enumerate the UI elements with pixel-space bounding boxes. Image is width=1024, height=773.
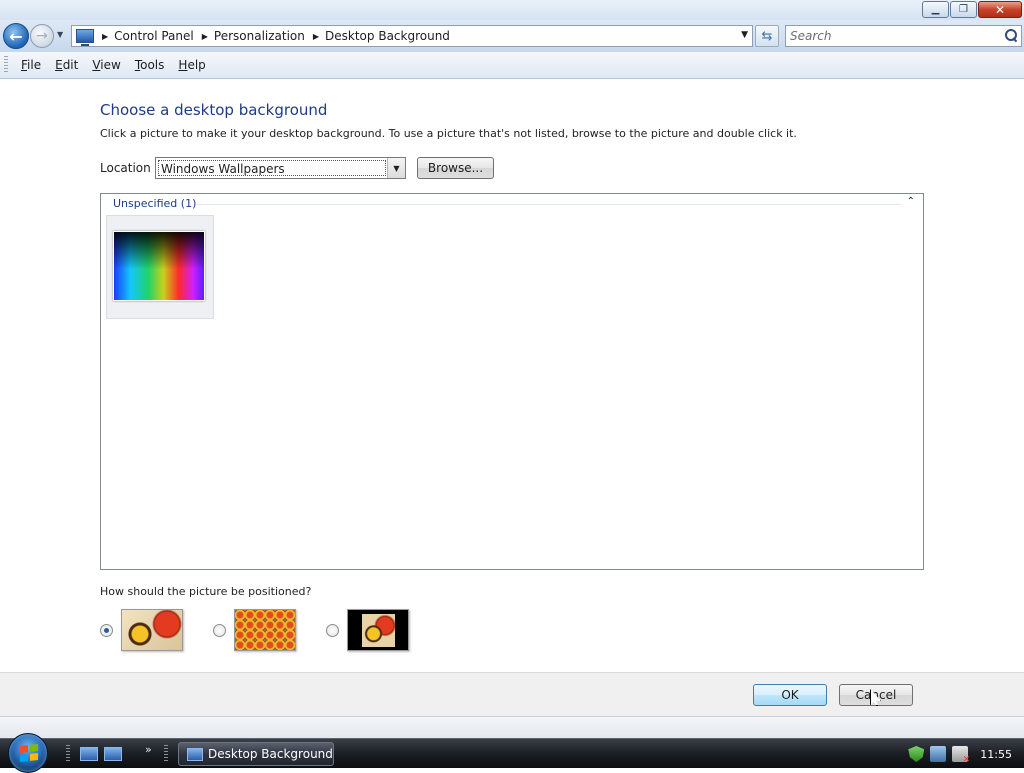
position-option-tile[interactable] — [213, 609, 296, 651]
title-bar: ▁ ❐ ✕ — [0, 0, 1024, 20]
address-box[interactable]: ▶ Control Panel ▶ Personalization ▶ Desk… — [71, 25, 753, 47]
menu-view[interactable]: View — [85, 58, 127, 72]
windows-logo-icon — [20, 744, 38, 763]
breadcrumb-separator-icon[interactable]: ▶ — [313, 32, 319, 41]
breadcrumb-separator-icon[interactable]: ▶ — [202, 32, 208, 41]
center-preview-icon[interactable] — [347, 609, 409, 651]
group-divider — [197, 204, 901, 205]
position-option-fit[interactable] — [100, 609, 183, 651]
position-radio-tile[interactable] — [213, 623, 226, 637]
breadcrumb-separator-icon[interactable]: ▶ — [102, 32, 108, 41]
group-header[interactable]: Unspecified (1) — [113, 197, 196, 210]
desktop-background-icon — [187, 747, 203, 761]
search-icon[interactable] — [1001, 26, 1021, 46]
minimize-button[interactable]: ▁ — [922, 1, 949, 18]
breadcrumb-control-panel[interactable]: Control Panel — [114, 29, 194, 43]
menu-file[interactable]: File — [14, 58, 48, 72]
chevron-down-icon[interactable]: ▼ — [387, 158, 405, 178]
menu-file-label: ile — [27, 58, 42, 72]
back-button[interactable]: ← — [3, 23, 29, 49]
menu-bar: File Edit View Tools Help — [0, 52, 1024, 79]
quick-launch-grip[interactable] — [66, 745, 70, 763]
breadcrumb-personalization[interactable]: Personalization — [214, 29, 305, 43]
taskbar: » Desktop Background 11:55 — [0, 733, 1024, 773]
clock[interactable]: 11:55 — [980, 748, 1012, 761]
location-value: Windows Wallpapers — [158, 160, 386, 176]
system-tray: 11:55 — [908, 739, 1024, 769]
network-icon[interactable] — [930, 746, 947, 762]
browse-button[interactable]: Browse... — [417, 157, 494, 179]
volume-muted-icon[interactable] — [952, 746, 970, 765]
position-radio-fit[interactable] — [100, 623, 113, 637]
position-option-center[interactable] — [326, 609, 409, 651]
page-title: Choose a desktop background — [100, 101, 328, 119]
location-select[interactable]: Windows Wallpapers ▼ — [155, 157, 406, 179]
ok-button[interactable]: OK — [753, 684, 827, 706]
switch-windows-icon[interactable] — [104, 747, 122, 761]
address-toolbar: ← → ▼ ▶ Control Panel ▶ Personalization … — [0, 20, 1024, 52]
security-shield-icon[interactable] — [908, 746, 925, 762]
menu-help[interactable]: Help — [171, 58, 212, 72]
refresh-button[interactable]: ⇆ — [755, 25, 779, 47]
start-button[interactable] — [8, 733, 48, 773]
quick-launch-more-icon[interactable]: » — [145, 743, 152, 756]
show-desktop-icon[interactable] — [80, 747, 98, 761]
menu-edit-accelerator: E — [55, 58, 63, 72]
taskbar-grip[interactable] — [164, 745, 168, 763]
menu-grip — [4, 56, 8, 74]
address-dropdown-icon[interactable]: ▼ — [741, 30, 748, 40]
menu-tools-label: ools — [140, 58, 165, 72]
wallpaper-gallery[interactable]: Unspecified (1) ⌃ — [100, 193, 924, 570]
menu-edit-label: dit — [62, 58, 79, 72]
recent-pages-dropdown-icon[interactable]: ▼ — [57, 30, 63, 39]
wallpaper-thumbnail[interactable] — [106, 215, 214, 319]
tile-preview-icon[interactable] — [234, 609, 296, 651]
maximize-button[interactable]: ❐ — [950, 1, 977, 18]
position-question: How should the picture be positioned? — [100, 585, 312, 598]
location-label: Location — [100, 161, 151, 175]
forward-button[interactable]: → — [30, 24, 54, 48]
control-panel-icon — [76, 29, 94, 46]
forward-arrow-icon: → — [36, 28, 48, 44]
status-bar — [0, 716, 1024, 738]
menu-edit[interactable]: Edit — [48, 58, 85, 72]
collapse-group-icon[interactable]: ⌃ — [907, 196, 915, 207]
wallpaper-image — [113, 231, 205, 301]
menu-help-label: elp — [187, 58, 206, 72]
caption-buttons: ▁ ❐ ✕ — [922, 1, 1022, 18]
breadcrumb-desktop-background[interactable]: Desktop Background — [325, 29, 450, 43]
search-input[interactable] — [790, 27, 1001, 45]
content-area: Choose a desktop background Click a pict… — [0, 80, 1024, 672]
taskbar-button-desktop-background[interactable]: Desktop Background — [178, 742, 334, 766]
menu-tools[interactable]: Tools — [128, 58, 172, 72]
close-button[interactable]: ✕ — [978, 1, 1022, 18]
back-arrow-icon: ← — [9, 26, 23, 46]
page-description: Click a picture to make it your desktop … — [100, 127, 797, 140]
menu-view-label: iew — [100, 58, 121, 72]
position-radio-center[interactable] — [326, 623, 339, 637]
fit-to-screen-preview-icon[interactable] — [121, 609, 183, 651]
taskbar-button-label: Desktop Background — [208, 747, 333, 761]
refresh-icon: ⇆ — [761, 28, 773, 44]
search-box — [785, 25, 1022, 47]
